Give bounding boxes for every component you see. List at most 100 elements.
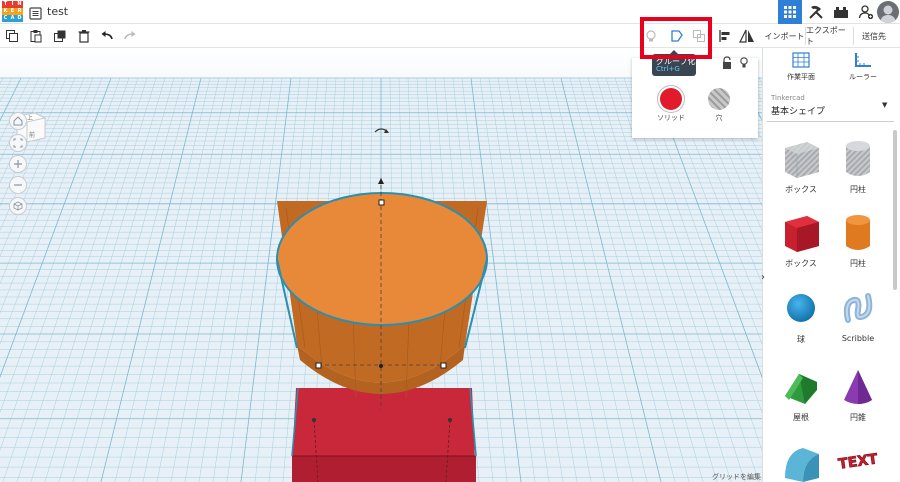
cone-icon — [844, 370, 872, 404]
shape-box[interactable]: ボックス — [773, 210, 829, 276]
tinkercad-logo[interactable]: T I N K E R C A D — [2, 1, 24, 23]
tinkercad-editor: T I N K E R C A D test インポート エクスポート 送信先 … — [0, 0, 900, 482]
shape-round-roof[interactable] — [773, 438, 829, 482]
collapse-panel-arrow[interactable]: › — [758, 268, 768, 286]
send-to-button[interactable]: 送信先 — [854, 27, 894, 45]
ruler-tool-label: ルーラー — [849, 73, 877, 81]
document-title[interactable]: test — [47, 5, 68, 18]
align-icon — [719, 30, 730, 42]
shape-scribble[interactable]: Scribble — [830, 286, 886, 352]
roof-icon — [785, 374, 817, 404]
shape-label: ボックス — [785, 185, 817, 194]
copy-icon — [6, 30, 18, 42]
shape-text[interactable]: TEXT — [830, 438, 886, 482]
import-button[interactable]: インポート — [764, 27, 806, 45]
cylinder-icon — [846, 215, 870, 250]
solid-label: ソリッド — [657, 114, 685, 122]
shape-label: 円柱 — [850, 185, 866, 194]
undo-icon — [101, 31, 113, 40]
library-brand: Tinkercad — [771, 94, 805, 102]
mirror-button[interactable] — [738, 27, 756, 45]
edit-toolbar: インポート エクスポート 送信先 — [0, 24, 900, 48]
logo-letter: R — [16, 8, 23, 15]
brick-icon — [834, 7, 848, 18]
solid-color-swatch[interactable] — [660, 88, 682, 110]
shape-sphere[interactable]: 球 — [773, 286, 829, 352]
hammer-pickaxe-icon — [809, 5, 823, 19]
box-icon — [785, 216, 819, 252]
shape-cylinder[interactable]: 円柱 — [830, 210, 886, 276]
zoom-in-button[interactable] — [9, 155, 27, 173]
top-bar: T I N K E R C A D test — [0, 0, 900, 24]
cylinder-hole-icon — [846, 141, 870, 176]
shape-box-hole[interactable]: ボックス — [773, 136, 829, 202]
user-avatar[interactable] — [877, 1, 899, 23]
grid-icon — [784, 6, 796, 18]
sphere-icon — [787, 294, 815, 322]
chevron-down-icon[interactable]: ▼ — [882, 101, 887, 109]
workplane-icon — [792, 52, 810, 68]
light-icon[interactable] — [738, 55, 750, 69]
lock-icon[interactable] — [721, 55, 733, 69]
plus-icon — [14, 160, 22, 168]
shape-label: ボックス — [785, 259, 817, 268]
shape-label: 円柱 — [850, 259, 866, 268]
red-box-shape[interactable] — [291, 387, 477, 482]
logo-letter: D — [16, 15, 23, 22]
redo-button[interactable] — [121, 27, 139, 45]
viewcube-front-label: 前 — [29, 132, 36, 139]
logo-letter: I — [9, 1, 16, 8]
fit-view-button[interactable] — [9, 134, 27, 152]
scribble-icon — [843, 293, 873, 323]
ruler-icon — [855, 53, 871, 67]
copy-button[interactable] — [3, 27, 21, 45]
shape-cylinder-hole[interactable]: 円柱 — [830, 136, 886, 202]
fit-icon — [13, 138, 23, 148]
round-roof-icon — [785, 448, 819, 482]
home-icon — [13, 116, 23, 126]
duplicate-icon — [54, 30, 66, 42]
delete-button[interactable] — [75, 27, 93, 45]
user-add-icon — [858, 5, 874, 20]
library-name: 基本シェイプ — [771, 107, 826, 117]
ruler-tool[interactable]: ルーラー — [839, 52, 887, 82]
logo-letter: E — [9, 8, 16, 15]
panel-scrollbar[interactable] — [893, 130, 897, 290]
invite-user-button[interactable] — [854, 0, 878, 24]
logo-letter: K — [2, 8, 9, 15]
blocks-view-button[interactable] — [804, 0, 828, 24]
svg-text:TEXT: TEXT — [837, 451, 879, 472]
shape-roof[interactable]: 屋根 — [773, 364, 829, 430]
bricks-view-button[interactable] — [829, 0, 853, 24]
hole-swatch[interactable] — [708, 88, 730, 110]
shape-cone[interactable]: 円錐 — [830, 364, 886, 430]
home-view-button[interactable] — [9, 112, 27, 130]
export-button[interactable]: エクスポート — [806, 26, 854, 46]
3d-view-button[interactable] — [778, 0, 802, 24]
undo-button[interactable] — [98, 27, 116, 45]
redo-icon — [124, 31, 136, 40]
shape-label: 球 — [797, 335, 805, 344]
minus-icon — [14, 184, 22, 186]
text-icon: TEXT — [837, 451, 880, 473]
align-button[interactable] — [716, 27, 734, 45]
paste-button[interactable] — [27, 27, 45, 45]
viewcube-top-label: 上 — [27, 115, 34, 122]
highlight-annotation-box — [640, 17, 712, 59]
duplicate-button[interactable] — [51, 27, 69, 45]
edit-grid-link[interactable]: グリッドを編集 — [712, 472, 761, 482]
logo-letter: A — [9, 15, 16, 22]
logo-letter: T — [2, 1, 9, 8]
paste-icon — [30, 30, 42, 43]
cube-icon — [13, 201, 23, 211]
shape-label: Scribble — [841, 334, 875, 343]
workplane-tool[interactable]: 作業平面 — [777, 52, 825, 82]
box-hole-icon — [785, 142, 819, 178]
zoom-out-button[interactable] — [9, 176, 27, 194]
mirror-icon — [739, 29, 754, 43]
trash-icon — [78, 30, 90, 43]
document-menu-icon[interactable] — [29, 5, 42, 20]
perspective-button[interactable] — [9, 197, 27, 215]
shape-label: 円錐 — [850, 413, 866, 422]
workplane-tool-label: 作業平面 — [787, 73, 815, 81]
